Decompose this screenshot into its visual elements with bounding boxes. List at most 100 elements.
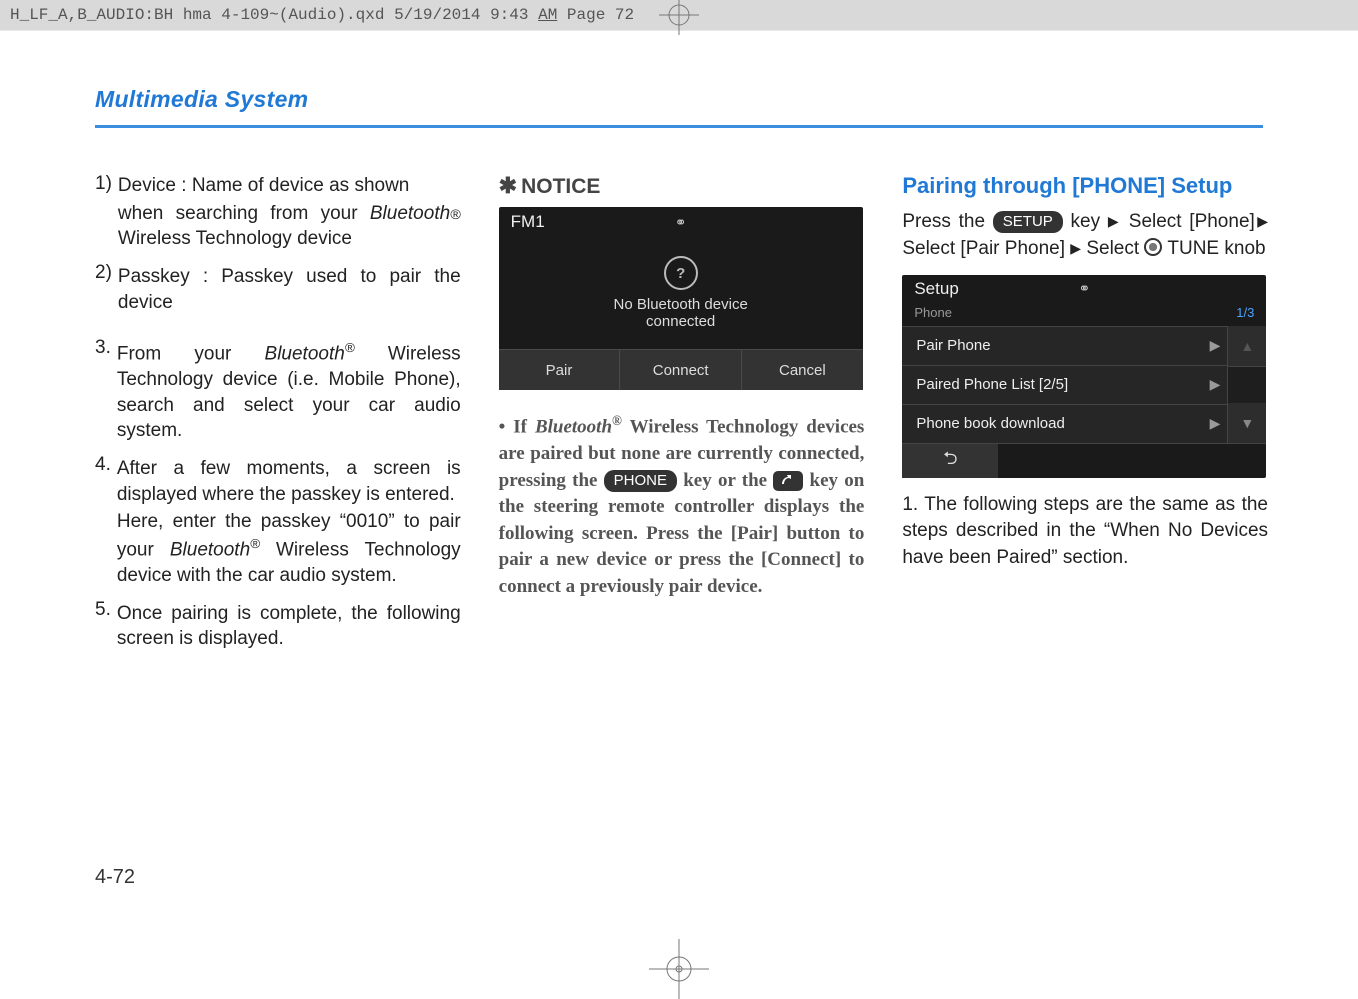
text: Wireless Technology device (118, 228, 352, 249)
dialog-buttons: Pair Connect Cancel (499, 349, 863, 390)
menu-row-label: Pair Phone (916, 337, 990, 354)
header-suffix: age 72 (577, 6, 635, 24)
header-after-am: P (557, 6, 576, 24)
list-body: After a few moments, a screen is display… (117, 456, 461, 507)
crop-mark-icon (649, 939, 709, 999)
text: Select (1086, 238, 1144, 259)
list-number: 1. (902, 494, 918, 515)
dialog-body: ? No Bluetooth device connected (499, 237, 863, 349)
list-body: when searching from your Bluetooth® Wire… (98, 201, 461, 252)
dialog-text-line: No Bluetooth device (614, 296, 748, 313)
list-body: Passkey : Passkey used to pair the devic… (118, 264, 461, 315)
setup-page-count: 1/3 (1236, 305, 1254, 320)
triangle-right-icon: ▶ (1255, 213, 1268, 229)
dialog-header: FM1 ⚭ (499, 207, 863, 237)
menu-row-paired-list[interactable]: Paired Phone List [2/5] ▶ (902, 365, 1266, 404)
setup-footer: ⮌ (902, 443, 1266, 478)
setup-key-pill: SETUP (993, 211, 1063, 233)
chevron-right-icon: ▶ (1210, 337, 1221, 354)
registered-icon: ® (250, 536, 260, 551)
connect-button[interactable]: Connect (620, 350, 742, 390)
call-key-icon (773, 471, 803, 491)
text: Select [Pair Phone] (902, 238, 1070, 259)
notice-body: • If Bluetooth® Wireless Technology devi… (499, 412, 865, 600)
list-number: 3. (95, 337, 117, 444)
text: key (1071, 211, 1108, 232)
bluetooth-word: Bluetooth (265, 344, 345, 365)
triangle-right-icon: ▶ (1108, 213, 1121, 229)
bluetooth-word: Bluetooth (535, 416, 612, 437)
setup-sub-label: Phone (914, 305, 952, 320)
tune-knob-icon (1144, 238, 1162, 256)
header-filename: H_LF_A,B_AUDIO:BH hma 4-109~(Audio).qxd … (10, 6, 538, 24)
question-mark-icon: ? (664, 256, 698, 290)
bluetooth-icon: ⚭ (1078, 280, 1090, 297)
text: From your (117, 344, 265, 365)
header-am: AM (538, 6, 557, 24)
cancel-button[interactable]: Cancel (742, 350, 863, 390)
phone-key-pill: PHONE (604, 470, 677, 492)
document-header-strip: H_LF_A,B_AUDIO:BH hma 4-109~(Audio).qxd … (0, 0, 1358, 31)
bluetooth-word: Bluetooth (370, 203, 450, 224)
bluetooth-icon: ⚭ (675, 214, 687, 231)
registered-icon: ® (345, 340, 355, 355)
right-intro: Press the SETUP key ▶ Select [Phone]▶ Se… (902, 209, 1268, 262)
setup-title: Setup (914, 279, 958, 299)
list-item: 4. After a few moments, a screen is disp… (95, 454, 461, 589)
bullet-icon: • (499, 416, 506, 437)
back-button[interactable]: ⮌ (902, 444, 998, 478)
back-arrow-icon: ⮌ (943, 446, 957, 476)
asterisk-icon: ✱ (499, 173, 517, 198)
page-number: 4-72 (95, 866, 135, 889)
list-item: 2) Passkey : Passkey used to pair the de… (95, 262, 461, 315)
right-heading: Pairing through [PHONE] Setup (902, 173, 1268, 199)
list-body: Once pairing is complete, the following … (117, 601, 461, 652)
dialog-text-line: connected (646, 313, 715, 330)
list-body: From your Bluetooth® Wireless Technology… (117, 339, 461, 444)
registered-icon: ® (450, 207, 461, 223)
list-body: Here, enter the passkey “0010” to pair y… (117, 509, 461, 588)
menu-row-label: Paired Phone List [2/5] (916, 376, 1068, 393)
right-step: 1. The following steps are the same as t… (902, 492, 1268, 572)
chevron-right-icon: ▶ (1210, 415, 1221, 432)
scroll-up-button[interactable]: ▲ (1228, 326, 1266, 367)
text: when searching from your (118, 203, 370, 224)
text: TUNE knob (1167, 238, 1265, 259)
setup-header: Setup ⚭ (902, 275, 1266, 303)
text: If (513, 416, 535, 437)
chevron-right-icon: ▶ (1210, 376, 1221, 393)
scroll-down-button[interactable]: ▼ (1228, 403, 1266, 443)
triangle-right-icon: ▶ (1070, 240, 1081, 256)
bluetooth-dialog-screenshot: FM1 ⚭ ? No Bluetooth device connected Pa… (499, 207, 863, 390)
text: Press the (902, 211, 992, 232)
list-item: 3. From your Bluetooth® Wireless Technol… (95, 337, 461, 444)
scrollbar: ▲ ▼ (1227, 326, 1266, 443)
list-number: 5. (95, 599, 117, 652)
crop-mark-icon (659, 0, 699, 35)
setup-rows: Pair Phone ▶ Paired Phone List [2/5] ▶ P… (902, 326, 1266, 443)
text: Select [Phone] (1129, 211, 1255, 232)
setup-menu-screenshot: Setup ⚭ Phone 1/3 Pair Phone ▶ Paired Ph… (902, 275, 1266, 478)
list-lead: Device : Name of device as shown (118, 173, 461, 199)
menu-row-label: Phone book download (916, 415, 1064, 432)
registered-icon: ® (612, 413, 622, 428)
list-body: The following steps are the same as the … (902, 494, 1268, 568)
bluetooth-word: Bluetooth (170, 539, 250, 560)
list-item: 1) Device : Name of device as shown when… (95, 173, 461, 252)
radio-band-label: FM1 (511, 212, 545, 232)
list-number: 2) (95, 262, 118, 315)
setup-subheader: Phone 1/3 (902, 303, 1266, 326)
list-number: 4. (95, 454, 117, 589)
right-column: Pairing through [PHONE] Setup Press the … (902, 173, 1268, 662)
menu-row-pair-phone[interactable]: Pair Phone ▶ (902, 326, 1266, 365)
notice-heading: ✱NOTICE (499, 173, 865, 199)
list-item: 5. Once pairing is complete, the followi… (95, 599, 461, 652)
left-column: 1) Device : Name of device as shown when… (95, 173, 461, 662)
pair-button[interactable]: Pair (499, 350, 621, 390)
middle-column: ✱NOTICE FM1 ⚭ ? No Bluetooth device conn… (499, 173, 865, 662)
menu-row-phonebook[interactable]: Phone book download ▶ (902, 404, 1266, 443)
notice-label: NOTICE (521, 175, 600, 198)
section-title: Multimedia System (0, 31, 1358, 117)
text: key or the (677, 470, 773, 491)
content-columns: 1) Device : Name of device as shown when… (0, 128, 1358, 662)
